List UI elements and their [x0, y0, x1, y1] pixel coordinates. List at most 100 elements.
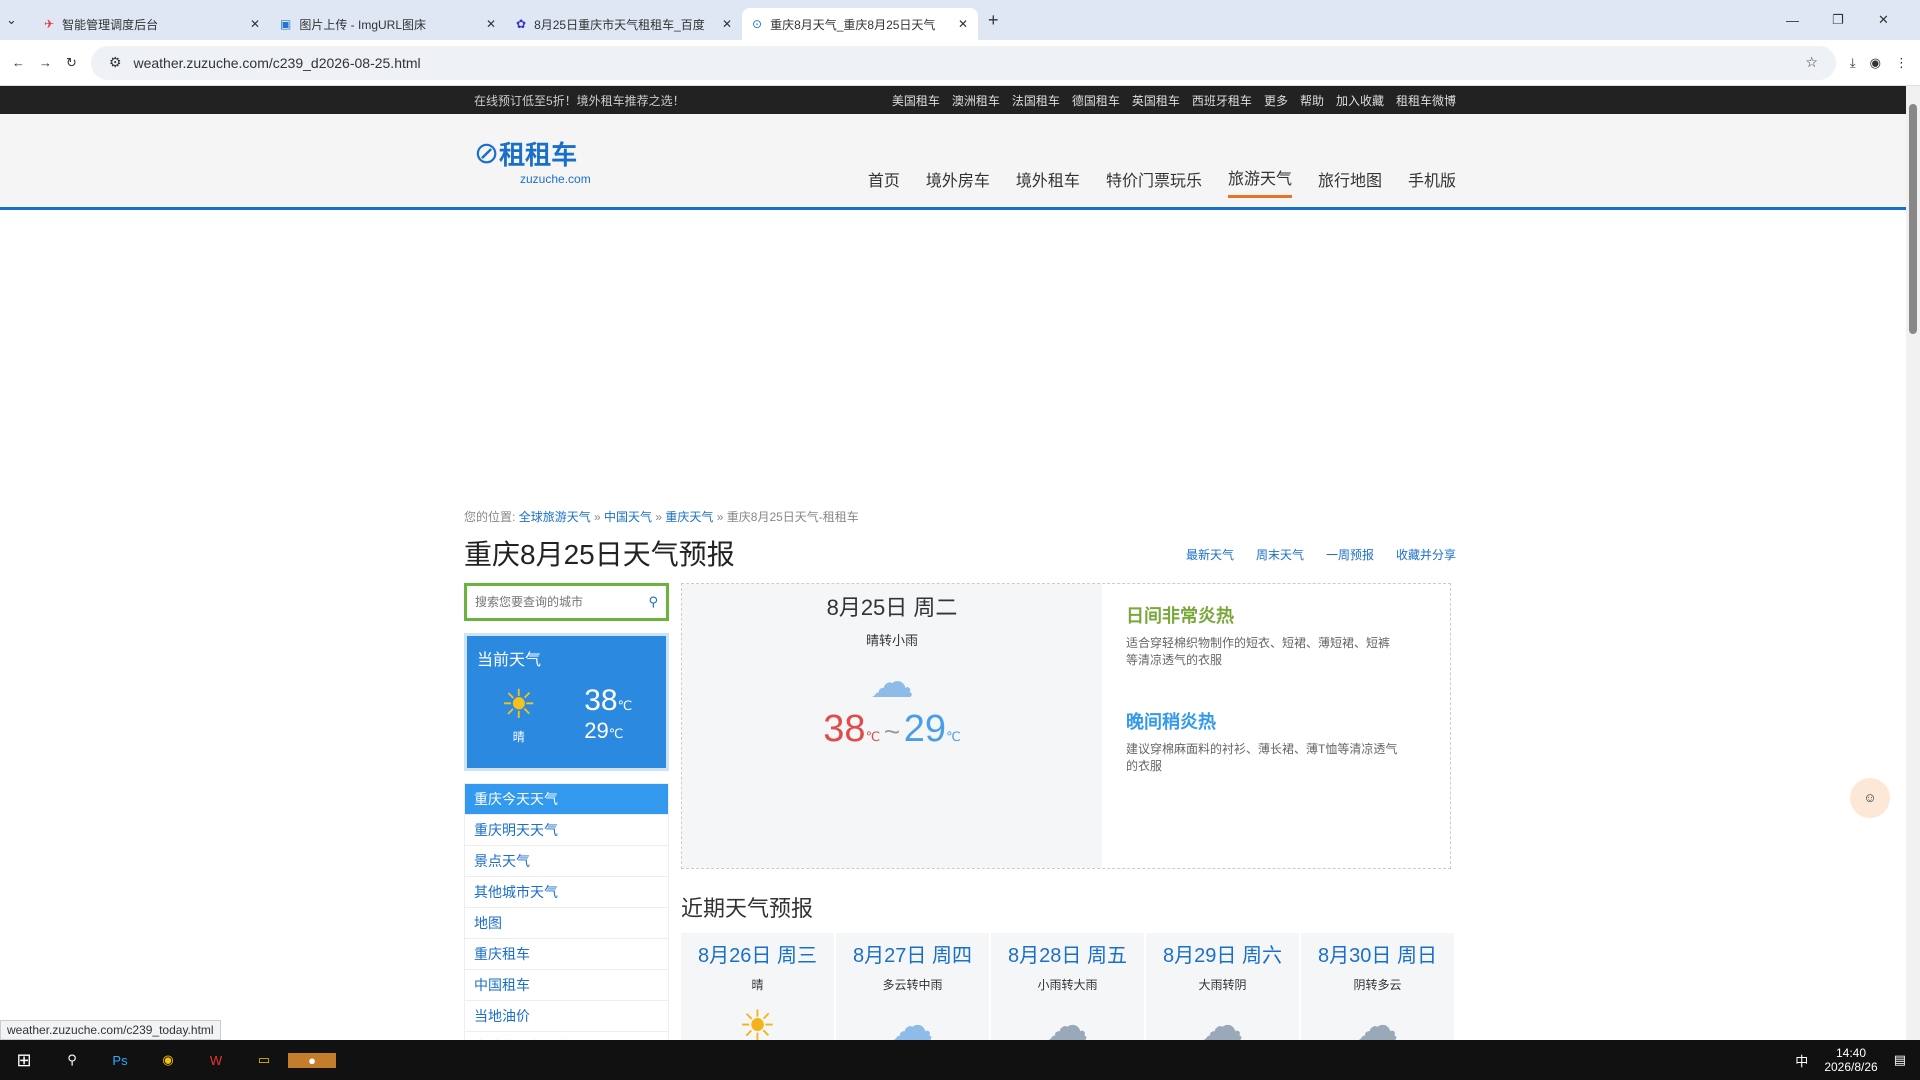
top-link[interactable]: 西班牙租车	[1192, 92, 1252, 109]
top-link[interactable]: 法国租车	[1012, 92, 1060, 109]
site-info-icon[interactable]: ⚙	[109, 54, 122, 71]
current-high: 38	[584, 683, 618, 717]
window-close-icon[interactable]: ✕	[1878, 12, 1914, 28]
side-item[interactable]: 重庆今天天气	[465, 784, 668, 815]
logo-text: 租租车	[499, 140, 578, 170]
wechat-icon[interactable]: ●	[288, 1052, 336, 1068]
explorer-icon[interactable]: ▭	[240, 1052, 288, 1068]
logo-icon: ⊘	[474, 137, 500, 170]
wps-icon[interactable]: W	[192, 1053, 240, 1068]
profile-icon[interactable]: ◉	[1870, 55, 1881, 71]
side-item[interactable]: 景点天气	[465, 846, 668, 877]
side-item[interactable]: 重庆明天天气	[465, 815, 668, 846]
search-box: ⚲	[464, 583, 669, 621]
url-field[interactable]: ⚙ weather.zuzuche.com/c239_d2026-08-25.ht…	[90, 45, 1836, 80]
search-input[interactable]	[475, 595, 625, 609]
logo[interactable]: ⊘ 租租车 zuzuche.com	[474, 135, 591, 186]
download-icon[interactable]: ⤓	[1850, 55, 1856, 71]
week-link[interactable]: 一周预报	[1326, 546, 1374, 563]
fc-cond: 阴转多云	[1353, 978, 1402, 992]
chrome-icon[interactable]: ◉	[144, 1052, 192, 1068]
site-header: ⊘ 租租车 zuzuche.com 首页 境外房车 境外租车 特价门票玩乐 旅游天气 旅行地图…	[0, 114, 1920, 210]
crumb-link[interactable]: 全球旅游天气	[519, 510, 591, 524]
close-icon[interactable]: ✕	[958, 17, 968, 31]
slogan: 在线预订低至5折！境外租车推荐之选！	[474, 93, 685, 108]
scrollbar[interactable]	[1906, 86, 1920, 1042]
nav-rv[interactable]: 境外房车	[926, 161, 990, 197]
restore-icon[interactable]: ❐	[1832, 12, 1878, 28]
top-link[interactable]: 美国租车	[892, 92, 940, 109]
taskbar: ⊞ ⚲ Ps ◉ W ▭ ● 中 14:40 2026/8/26 ▤	[0, 1040, 1920, 1080]
close-icon[interactable]: ✕	[722, 17, 732, 31]
nav-home[interactable]: 首页	[868, 161, 900, 197]
crumb-link[interactable]: 中国天气	[604, 510, 652, 524]
latest-link[interactable]: 最新天气	[1186, 546, 1234, 563]
top-link[interactable]: 德国租车	[1072, 92, 1120, 109]
notification-icon[interactable]: ▤	[1894, 1052, 1906, 1068]
minimize-icon[interactable]: —	[1786, 13, 1832, 28]
fc-cond: 小雨转大雨	[1037, 978, 1098, 992]
recent-title: 近期天气预报	[681, 896, 814, 921]
favicon-icon: ✈	[44, 17, 55, 31]
crumb-link[interactable]: 重庆天气	[665, 510, 713, 524]
weekend-link[interactable]: 周末天气	[1256, 546, 1304, 563]
share-link[interactable]: 收藏并分享	[1396, 546, 1456, 563]
menu-icon[interactable]: ⋮	[1895, 55, 1908, 71]
close-icon[interactable]: ✕	[486, 17, 496, 31]
side-item[interactable]: 当地油价	[465, 1001, 668, 1032]
top-bar: 在线预订低至5折！境外租车推荐之选！ 美国租车 澳洲租车 法国租车 德国租车 英国租车西…	[0, 86, 1920, 114]
tips: 日间非常炎热 适合穿轻棉织物制作的短衣、短裙、薄短裙、短裤等清凉透气的衣服 晚间稍…	[1102, 584, 1422, 868]
nav-mobile[interactable]: 手机版	[1408, 161, 1456, 197]
assistant-avatar[interactable]: ☺	[1850, 778, 1890, 818]
forward-icon[interactable]: →	[39, 55, 52, 70]
tab-4-active[interactable]: ⊙ 重庆8月天气_重庆8月25日天气 ✕	[742, 8, 978, 40]
side-item[interactable]: 地图	[465, 908, 668, 939]
top-link[interactable]: 更多	[1264, 92, 1288, 109]
top-link[interactable]: 英国租车	[1132, 92, 1180, 109]
photoshop-icon[interactable]: Ps	[96, 1053, 144, 1068]
url-text: weather.zuzuche.com/c239_d2026-08-25.htm…	[133, 54, 421, 71]
unit: ℃	[617, 697, 633, 713]
fc-date: 8月29日 周六	[1163, 945, 1282, 967]
clock-date[interactable]: 2026/8/26	[1824, 1060, 1877, 1074]
unit: ℃	[608, 725, 624, 741]
new-tab-icon[interactable]: +	[988, 10, 999, 31]
start-icon[interactable]: ⊞	[0, 1050, 48, 1071]
unit: ℃	[865, 729, 881, 744]
tab-2[interactable]: ▣ 图片上传 - ImgURL图床 ✕	[270, 8, 506, 40]
search-icon[interactable]: ⚲	[648, 594, 658, 610]
side-item[interactable]: 中国租车	[465, 970, 668, 1001]
reload-icon[interactable]: ↻	[66, 55, 77, 71]
fc-cond: 晴	[751, 978, 764, 992]
current-cond: 晴	[512, 730, 525, 744]
fc-cond: 多云转中雨	[882, 978, 943, 992]
tip-night-text: 建议穿棉麻面料的衬衫、薄长裙、薄T恤等清凉透气的衣服	[1126, 742, 1398, 773]
bookmark-star-icon[interactable]: ☆	[1805, 54, 1818, 71]
tip-day-text: 适合穿轻棉织物制作的短衣、短裙、薄短裙、短裤等清凉透气的衣服	[1126, 636, 1391, 667]
clock-time[interactable]: 14:40	[1824, 1046, 1877, 1060]
sun-icon: ☀	[500, 683, 537, 727]
favicon-icon: ▣	[280, 17, 292, 31]
top-link[interactable]: 帮助	[1300, 92, 1324, 109]
sidebar: ⚲ 当前天气 ☀晴 38℃29℃ 重庆今天天气重庆明天天气景点天气其他城市天气地…	[464, 583, 669, 1064]
today-panel: 8月25日 周二 晴转小雨 ☁ 38℃ ~ 29℃	[682, 584, 1102, 868]
weibo-link[interactable]: 租租车微博	[1396, 92, 1456, 109]
close-icon[interactable]: ✕	[250, 17, 260, 31]
tab-1[interactable]: ✈ 智能管理调度后台 ✕	[34, 8, 270, 40]
scroll-thumb[interactable]	[1909, 104, 1917, 334]
tab-search-icon[interactable]: ⌄	[6, 12, 34, 28]
nav-tickets[interactable]: 特价门票玩乐	[1106, 161, 1202, 197]
nav-map[interactable]: 旅行地图	[1318, 161, 1382, 197]
favicon-icon: ✿	[516, 17, 527, 31]
top-link[interactable]: 澳洲租车	[952, 92, 1000, 109]
search-icon[interactable]: ⚲	[48, 1052, 96, 1068]
tab-3[interactable]: ✿ 8月25日重庆市天气租租车_百度 ✕	[506, 8, 742, 40]
nav-rental[interactable]: 境外租车	[1016, 161, 1080, 197]
back-icon[interactable]: ←	[12, 55, 25, 70]
fc-date: 8月26日 周三	[698, 945, 817, 967]
ime-indicator[interactable]: 中	[1795, 1051, 1808, 1070]
side-item[interactable]: 重庆租车	[465, 939, 668, 970]
side-item[interactable]: 其他城市天气	[465, 877, 668, 908]
nav-weather[interactable]: 旅游天气	[1227, 159, 1292, 198]
top-link[interactable]: 加入收藏	[1336, 92, 1384, 109]
